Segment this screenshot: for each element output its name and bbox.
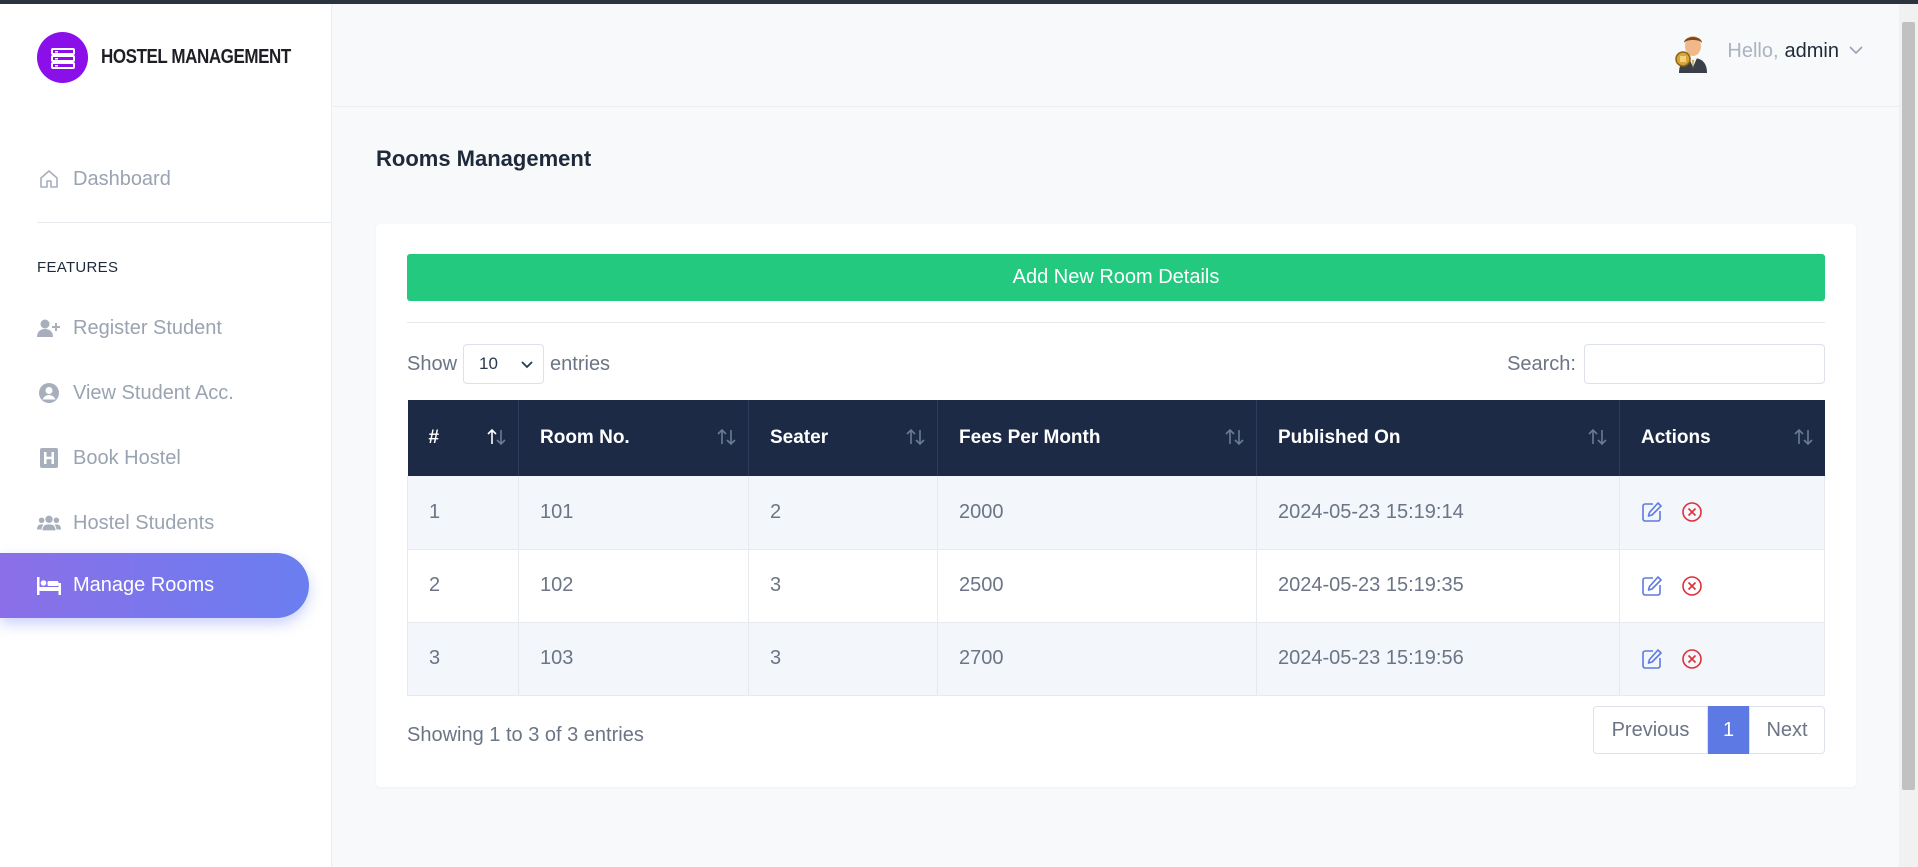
table-row: 3 103 3 2700 2024-05-23 15:19:56	[407, 622, 1825, 696]
sidebar-item-dashboard[interactable]: Dashboard	[37, 167, 171, 191]
table-info: Showing 1 to 3 of 3 entries	[407, 724, 644, 746]
sidebar-item-manage-rooms[interactable]: Manage Rooms	[0, 553, 309, 618]
next-page-button[interactable]: Next	[1749, 706, 1825, 754]
sidebar-item-label: Manage Rooms	[73, 574, 215, 596]
sidebar-item-view-student-acc[interactable]: View Student Acc.	[37, 381, 234, 405]
column-header-published-on[interactable]: Published On	[1256, 400, 1620, 476]
edit-icon[interactable]	[1641, 501, 1663, 523]
sort-asc-icon	[486, 428, 508, 446]
delete-icon[interactable]	[1681, 575, 1703, 597]
sidebar-divider	[37, 222, 332, 223]
entries-label: entries	[550, 352, 611, 375]
user-circle-icon	[37, 381, 61, 405]
hostel-icon	[37, 446, 61, 470]
cell-number: 3	[407, 622, 519, 696]
cell-fees: 2500	[937, 549, 1257, 623]
search-label: Search:	[1507, 352, 1576, 375]
users-icon	[37, 511, 61, 535]
column-header-room-no[interactable]: Room No.	[518, 400, 749, 476]
pagination: Previous 1 Next	[1593, 706, 1825, 754]
sort-icon	[1224, 428, 1246, 446]
sort-icon	[1793, 428, 1815, 446]
cell-published-on: 2024-05-23 15:19:56	[1256, 622, 1620, 696]
user-menu[interactable]: Hello, admin	[1671, 29, 1863, 73]
home-icon	[37, 167, 61, 191]
cell-seater: 2	[748, 476, 938, 550]
page-1-button[interactable]: 1	[1708, 706, 1749, 754]
delete-icon[interactable]	[1681, 501, 1703, 523]
cell-room-no: 102	[518, 549, 749, 623]
card-divider	[407, 322, 1825, 323]
sort-icon	[905, 428, 927, 446]
bed-icon	[37, 574, 61, 598]
table-row: 2 102 3 2500 2024-05-23 15:19:35	[407, 549, 1825, 623]
delete-icon[interactable]	[1681, 648, 1703, 670]
sidebar-item-label: Dashboard	[73, 167, 171, 190]
edit-icon[interactable]	[1641, 575, 1663, 597]
cell-seater: 3	[748, 622, 938, 696]
rooms-card: Add New Room Details Show 10 entries Sea…	[376, 224, 1856, 787]
sidebar-item-hostel-students[interactable]: Hostel Students	[37, 511, 214, 535]
sidebar-item-label: Hostel Students	[73, 511, 215, 534]
sidebar-item-label: View Student Acc.	[73, 381, 234, 404]
column-header-seater[interactable]: Seater	[748, 400, 938, 476]
cell-room-no: 101	[518, 476, 749, 550]
brand[interactable]: HOSTEL MANAGEMENT	[37, 32, 324, 83]
search-control: Search:	[1507, 344, 1825, 384]
chevron-down-icon	[1849, 42, 1863, 60]
sidebar-item-register-student[interactable]: Register Student	[37, 316, 222, 340]
sort-icon	[1587, 428, 1609, 446]
page-scrollbar-thumb[interactable]	[1902, 22, 1915, 790]
sidebar-item-book-hostel[interactable]: Book Hostel	[37, 446, 181, 470]
cell-published-on: 2024-05-23 15:19:14	[1256, 476, 1620, 550]
search-input[interactable]	[1584, 344, 1825, 384]
sort-icon	[716, 428, 738, 446]
edit-icon[interactable]	[1641, 648, 1663, 670]
cell-fees: 2000	[937, 476, 1257, 550]
cell-seater: 3	[748, 549, 938, 623]
sidebar: HOSTEL MANAGEMENT Dashboard FEATURES Reg…	[0, 4, 332, 867]
top-header: Hello, admin	[333, 4, 1899, 107]
cell-fees: 2700	[937, 622, 1257, 696]
sidebar-item-label: Register Student	[73, 316, 222, 339]
page-length-select[interactable]: 10	[463, 344, 545, 384]
hostel-logo-icon	[37, 32, 88, 83]
page-title: Rooms Management	[376, 146, 592, 171]
column-header-number[interactable]: #	[407, 400, 519, 476]
rooms-table: # Room No. Seater Fees Per Month Publish…	[407, 400, 1825, 696]
cell-published-on: 2024-05-23 15:19:35	[1256, 549, 1620, 623]
cell-number: 2	[407, 549, 519, 623]
show-label: Show	[407, 352, 458, 375]
sidebar-section-title: FEATURES	[37, 259, 119, 276]
cell-actions	[1619, 476, 1825, 550]
greeting-text: Hello,	[1727, 39, 1779, 62]
page-length-value: 10	[479, 354, 498, 373]
cell-room-no: 103	[518, 622, 749, 696]
sidebar-item-label: Book Hostel	[73, 446, 181, 469]
user-plus-icon	[37, 316, 61, 340]
add-room-button[interactable]: Add New Room Details	[407, 254, 1825, 301]
username-text: admin	[1784, 39, 1839, 62]
page-length-control: Show 10 entries	[407, 344, 610, 384]
brand-name: HOSTEL MANAGEMENT	[101, 46, 291, 68]
column-header-fees[interactable]: Fees Per Month	[937, 400, 1257, 476]
chevron-down-icon	[521, 354, 533, 374]
cell-actions	[1619, 622, 1825, 696]
column-header-actions[interactable]: Actions	[1619, 400, 1825, 476]
cell-number: 1	[407, 476, 519, 550]
table-row: 1 101 2 2000 2024-05-23 15:19:14	[407, 476, 1825, 550]
avatar	[1671, 29, 1715, 73]
table-header-row: # Room No. Seater Fees Per Month Publish…	[407, 400, 1825, 476]
previous-page-button[interactable]: Previous	[1593, 706, 1708, 754]
cell-actions	[1619, 549, 1825, 623]
